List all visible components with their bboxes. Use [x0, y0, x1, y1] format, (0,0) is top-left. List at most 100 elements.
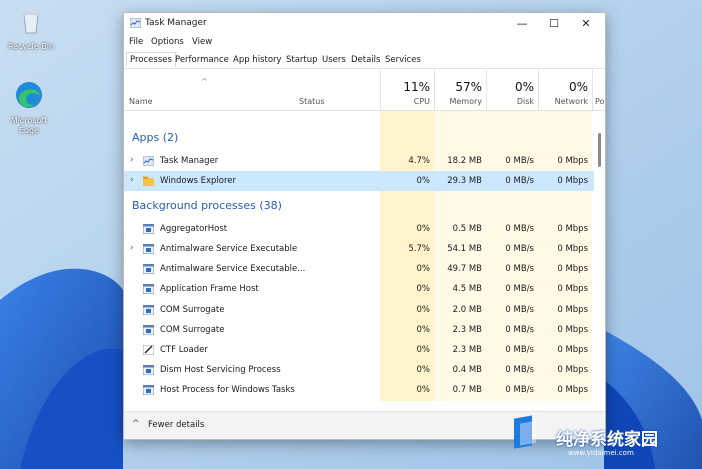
cpu-value: 0%: [416, 325, 431, 335]
service-window-icon: [143, 224, 154, 234]
scrollbar-thumb[interactable]: [598, 133, 601, 167]
memory-label: Memory: [449, 97, 482, 106]
header-status-label: Status: [299, 97, 325, 106]
disk-value: 0 MB/s: [505, 176, 534, 186]
task-manager-app-icon: [130, 18, 141, 28]
header-name[interactable]: Name: [124, 70, 294, 110]
expand-chevron-icon[interactable]: ›: [130, 243, 138, 253]
group-apps-heading: Apps (2): [132, 131, 179, 144]
disk-value: 0 MB/s: [505, 385, 534, 395]
menu-view[interactable]: View: [192, 37, 212, 47]
expand-chevron-icon[interactable]: ›: [130, 175, 138, 185]
process-name: Windows Explorer: [160, 176, 237, 186]
network-value: 0 Mbps: [557, 385, 588, 395]
menu-options[interactable]: Options: [151, 37, 184, 47]
memory-value: 0.5 MB: [452, 224, 482, 234]
menu-file[interactable]: File: [129, 37, 143, 47]
maximize-button[interactable]: ☐: [538, 13, 570, 35]
expand-chevron-icon[interactable]: ›: [130, 155, 138, 165]
disk-label: Disk: [516, 97, 534, 106]
process-row[interactable]: Host Process for Windows Tasks 0% 0.7 MB 0 …: [124, 380, 594, 400]
tab-performance[interactable]: Performance: [171, 52, 233, 67]
process-row[interactable]: COM Surrogate 0% 2.3 MB 0 MB/s 0 Mbps: [124, 320, 594, 340]
network-value: 0 Mbps: [557, 224, 588, 234]
service-window-icon: [143, 264, 154, 274]
header-status[interactable]: Status: [294, 70, 380, 110]
tab-processes[interactable]: Processes: [126, 52, 176, 67]
cpu-value: 0%: [416, 365, 431, 375]
task-manager-icon: [143, 156, 154, 166]
minimize-button[interactable]: —: [506, 13, 538, 35]
cpu-value: 4.7%: [408, 156, 430, 166]
network-value: 0 Mbps: [557, 264, 588, 274]
tab-services[interactable]: Services: [381, 52, 425, 67]
cpu-value: 0%: [416, 385, 431, 395]
process-name: COM Surrogate: [160, 305, 225, 315]
disk-total: 0%: [514, 80, 534, 94]
process-row[interactable]: Application Frame Host 0% 4.5 MB 0 MB/s 0 Mb…: [124, 279, 594, 299]
cpu-value: 0%: [416, 284, 431, 294]
process-row[interactable]: AggregatorHost 0% 0.5 MB 0 MB/s 0 Mbps: [124, 219, 594, 239]
desktop-icon-recycle-bin[interactable]: Recycle Bin: [4, 6, 58, 52]
tab-details[interactable]: Details: [347, 52, 384, 67]
close-button[interactable]: ✕: [570, 13, 602, 35]
memory-value: 2.3 MB: [452, 325, 482, 335]
task-manager-window: Task Manager — ☐ ✕ File Options View Pro…: [123, 12, 606, 440]
process-name: Antimalware Service Executable: [160, 244, 298, 254]
tab-startup[interactable]: Startup: [282, 52, 322, 67]
process-row[interactable]: CTF Loader 0% 2.3 MB 0 MB/s 0 Mbps: [124, 340, 594, 360]
process-row[interactable]: Dism Host Servicing Process 0% 0.4 MB 0 MB/…: [124, 360, 594, 380]
header-power[interactable]: Po: [592, 70, 605, 110]
network-value: 0 Mbps: [557, 156, 588, 166]
tab-bar: Processes Performance App history Startu…: [124, 52, 605, 69]
header-disk[interactable]: 0% Disk: [486, 70, 538, 110]
memory-value: 49.7 MB: [447, 264, 482, 274]
desktop-icon-label: Recycle Bin: [7, 42, 55, 51]
watermark-url: www.yidaimei.com: [568, 449, 634, 457]
service-window-icon: [143, 325, 154, 335]
menu-bar: File Options View: [124, 36, 605, 50]
pen-icon: [143, 345, 154, 355]
memory-value: 2.3 MB: [452, 345, 482, 355]
process-row[interactable]: › Task Manager 4.7% 18.2 MB 0 MB/s 0 Mbps: [124, 151, 594, 171]
disk-value: 0 MB/s: [505, 325, 534, 335]
folder-icon: [143, 176, 154, 186]
process-row[interactable]: Antimalware Service Executable... 0% 49.7 …: [124, 259, 594, 279]
cpu-value: 0%: [416, 176, 431, 186]
disk-value: 0 MB/s: [505, 305, 534, 315]
column-header: ^ Name Status 11% CPU 57% Memory 0% Disk…: [124, 70, 605, 111]
process-row[interactable]: › Windows Explorer 0% 29.3 MB 0 MB/s 0 Mbps: [124, 171, 594, 191]
process-name: Dism Host Servicing Process: [160, 365, 281, 375]
tab-users[interactable]: Users: [318, 52, 350, 67]
memory-value: 18.2 MB: [447, 156, 482, 166]
group-background-heading: Background processes (38): [132, 199, 282, 212]
memory-total: 57%: [455, 80, 482, 94]
memory-value: 0.4 MB: [452, 365, 482, 375]
network-value: 0 Mbps: [557, 365, 588, 375]
disk-value: 0 MB/s: [505, 284, 534, 294]
fewer-details-button[interactable]: Fewer details: [148, 420, 204, 430]
process-row[interactable]: › Antimalware Service Executable 5.7% 54.1 …: [124, 239, 594, 259]
tab-app-history[interactable]: App history: [229, 52, 286, 67]
header-cpu[interactable]: 11% CPU: [380, 70, 434, 110]
disk-value: 0 MB/s: [505, 345, 534, 355]
memory-value: 2.0 MB: [452, 305, 482, 315]
process-list: Apps (2) Background processes (38) › Task…: [124, 111, 594, 401]
header-memory[interactable]: 57% Memory: [434, 70, 486, 110]
disk-value: 0 MB/s: [505, 244, 534, 254]
network-label: Network: [554, 97, 588, 106]
header-network[interactable]: 0% Network: [538, 70, 592, 110]
cpu-value: 0%: [416, 224, 431, 234]
disk-value: 0 MB/s: [505, 224, 534, 234]
desktop-icon-edge[interactable]: Microsoft Edge: [2, 80, 56, 136]
memory-value: 29.3 MB: [447, 176, 482, 186]
process-name: Task Manager: [160, 156, 219, 166]
memory-value: 0.7 MB: [452, 385, 482, 395]
process-row[interactable]: COM Surrogate 0% 2.0 MB 0 MB/s 0 Mbps: [124, 300, 594, 320]
chevron-up-icon[interactable]: ^: [132, 419, 140, 429]
memory-value: 4.5 MB: [452, 284, 482, 294]
process-name: Host Process for Windows Tasks: [160, 385, 295, 395]
process-name: Antimalware Service Executable...: [160, 264, 306, 274]
service-window-icon: [143, 365, 154, 375]
title-bar[interactable]: Task Manager — ☐ ✕: [124, 13, 605, 35]
